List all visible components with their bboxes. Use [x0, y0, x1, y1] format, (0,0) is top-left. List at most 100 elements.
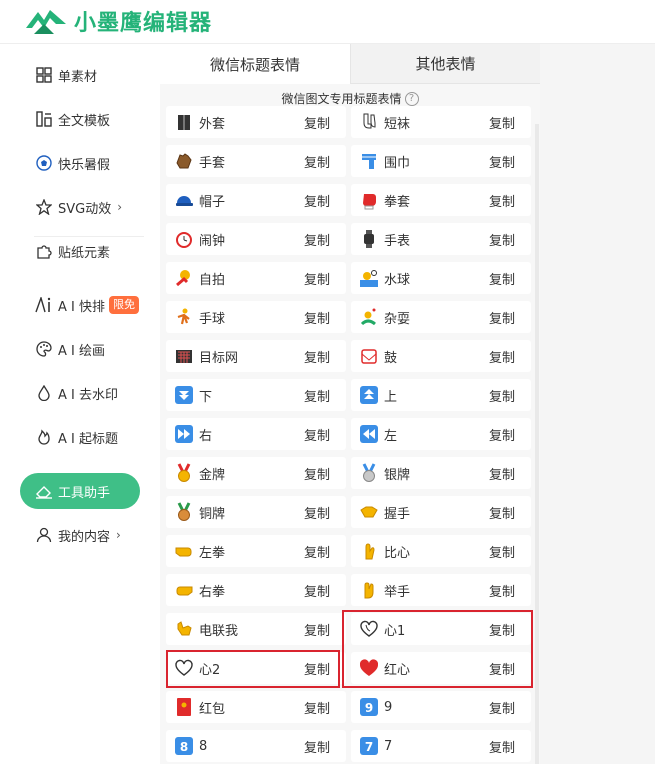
copy-button[interactable]: 复制	[304, 347, 330, 366]
sidebar-item-9[interactable]: 工具助手	[20, 473, 140, 509]
svg-text:9: 9	[365, 701, 373, 715]
sidebar-item-5[interactable]: A I 快排 限免	[20, 288, 160, 322]
sidebar-item-0[interactable]: 单素材	[20, 58, 160, 92]
emoji-cell[interactable]: 金牌 复制	[166, 457, 346, 489]
emoji-cell[interactable]: 铜牌 复制	[166, 496, 346, 528]
puzzle-icon	[34, 241, 54, 261]
copy-button[interactable]: 复制	[489, 308, 515, 327]
sidebar-item-1[interactable]: 全文模板	[20, 102, 160, 136]
copy-button[interactable]: 复制	[304, 659, 330, 678]
copy-button[interactable]: 复制	[304, 425, 330, 444]
emoji-cell[interactable]: 银牌 复制	[351, 457, 531, 489]
emoji-cell[interactable]: 短袜 复制	[351, 106, 531, 138]
tab-wechat-title-emoji[interactable]: 微信标题表情	[160, 44, 350, 84]
emoji-cell[interactable]: 目标网 复制	[166, 340, 346, 372]
sidebar-item-label: A I 去水印	[58, 387, 118, 403]
copy-button[interactable]: 复制	[489, 581, 515, 600]
emoji-cell[interactable]: 下 复制	[166, 379, 346, 411]
emoji-cell[interactable]: 心2 复制	[166, 652, 346, 684]
emoji-name: 心1	[384, 623, 406, 639]
sidebar-item-6[interactable]: A I 绘画	[20, 332, 160, 366]
emoji-cell[interactable]: 比心 复制	[351, 535, 531, 567]
copy-button[interactable]: 复制	[304, 308, 330, 327]
copy-button[interactable]: 复制	[489, 425, 515, 444]
chevron-right-icon: ›	[117, 200, 123, 214]
copy-button[interactable]: 复制	[489, 503, 515, 522]
copy-button[interactable]: 复制	[489, 464, 515, 483]
free-badge: 限免	[109, 296, 139, 314]
grid-icon	[34, 65, 54, 85]
emoji-cell[interactable]: 手套 复制	[166, 145, 346, 177]
sidebar-item-3[interactable]: SVG动效 ›	[20, 190, 160, 224]
fast-forward-icon	[174, 424, 194, 444]
copy-button[interactable]: 复制	[304, 230, 330, 249]
copy-button[interactable]: 复制	[304, 113, 330, 132]
emoji-cell[interactable]: 右拳 复制	[166, 574, 346, 606]
emoji-cell[interactable]: 右 复制	[166, 418, 346, 450]
copy-button[interactable]: 复制	[304, 503, 330, 522]
copy-button[interactable]: 复制	[304, 542, 330, 561]
panel-scrollbar[interactable]	[535, 124, 539, 764]
emoji-cell[interactable]: 左 复制	[351, 418, 531, 450]
top-bar: 小墨鹰编辑器	[0, 0, 655, 44]
emoji-cell[interactable]: 杂耍 复制	[351, 301, 531, 333]
copy-button[interactable]: 复制	[489, 659, 515, 678]
copy-button[interactable]: 复制	[489, 230, 515, 249]
tab-other-emoji[interactable]: 其他表情	[350, 44, 540, 84]
emoji-cell[interactable]: 手球 复制	[166, 301, 346, 333]
copy-button[interactable]: 复制	[304, 620, 330, 639]
copy-button[interactable]: 复制	[489, 698, 515, 717]
drum-icon	[359, 346, 379, 366]
sidebar-item-label: A I 起标题	[58, 431, 118, 447]
subtitle-text: 微信图文专用标题表情	[281, 92, 402, 106]
emoji-cell[interactable]: 红包 复制	[166, 691, 346, 723]
sidebar-item-8[interactable]: A I 起标题	[20, 420, 160, 454]
template-icon	[34, 109, 54, 129]
emoji-cell[interactable]: 红心 复制	[351, 652, 531, 684]
emoji-cell[interactable]: 上 复制	[351, 379, 531, 411]
copy-button[interactable]: 复制	[304, 737, 330, 756]
sidebar-item-7[interactable]: A I 去水印	[20, 376, 160, 410]
copy-button[interactable]: 复制	[304, 698, 330, 717]
emoji-cell[interactable]: 7 7 复制	[351, 730, 531, 762]
copy-button[interactable]: 复制	[304, 191, 330, 210]
sidebar-item-2[interactable]: 快乐暑假	[20, 146, 160, 180]
emoji-cell[interactable]: 水球 复制	[351, 262, 531, 294]
help-icon[interactable]: ?	[404, 91, 419, 106]
copy-button[interactable]: 复制	[489, 620, 515, 639]
emoji-cell[interactable]: 手表 复制	[351, 223, 531, 255]
copy-button[interactable]: 复制	[304, 152, 330, 171]
emoji-cell[interactable]: 帽子 复制	[166, 184, 346, 216]
emoji-cell[interactable]: 拳套 复制	[351, 184, 531, 216]
emoji-cell[interactable]: 鼓 复制	[351, 340, 531, 372]
emoji-cell[interactable]: 自拍 复制	[166, 262, 346, 294]
emoji-name: 自拍	[199, 272, 226, 288]
sidebar-item-4[interactable]: 贴纸元素	[20, 234, 160, 268]
copy-button[interactable]: 复制	[489, 386, 515, 405]
emoji-cell[interactable]: 握手 复制	[351, 496, 531, 528]
copy-button[interactable]: 复制	[304, 464, 330, 483]
copy-button[interactable]: 复制	[489, 269, 515, 288]
sidebar-item-10[interactable]: 我的内容 ›	[20, 518, 160, 552]
emoji-cell[interactable]: 外套 复制	[166, 106, 346, 138]
emoji-name: 短袜	[384, 116, 411, 132]
emoji-cell[interactable]: 心1 复制	[351, 613, 531, 645]
copy-button[interactable]: 复制	[304, 386, 330, 405]
copy-button[interactable]: 复制	[489, 113, 515, 132]
copy-button[interactable]: 复制	[489, 191, 515, 210]
copy-button[interactable]: 复制	[489, 347, 515, 366]
copy-button[interactable]: 复制	[489, 542, 515, 561]
emoji-cell[interactable]: 围巾 复制	[351, 145, 531, 177]
copy-button[interactable]: 复制	[304, 581, 330, 600]
emoji-cell[interactable]: 左拳 复制	[166, 535, 346, 567]
emoji-cell[interactable]: 9 9 复制	[351, 691, 531, 723]
emoji-name: 举手	[384, 584, 411, 600]
emoji-cell[interactable]: 闹钟 复制	[166, 223, 346, 255]
copy-button[interactable]: 复制	[489, 152, 515, 171]
emoji-cell[interactable]: 举手 复制	[351, 574, 531, 606]
emoji-cell[interactable]: 电联我 复制	[166, 613, 346, 645]
logo[interactable]: 小墨鹰编辑器	[24, 4, 212, 38]
copy-button[interactable]: 复制	[304, 269, 330, 288]
emoji-cell[interactable]: 8 8 复制	[166, 730, 346, 762]
copy-button[interactable]: 复制	[489, 737, 515, 756]
